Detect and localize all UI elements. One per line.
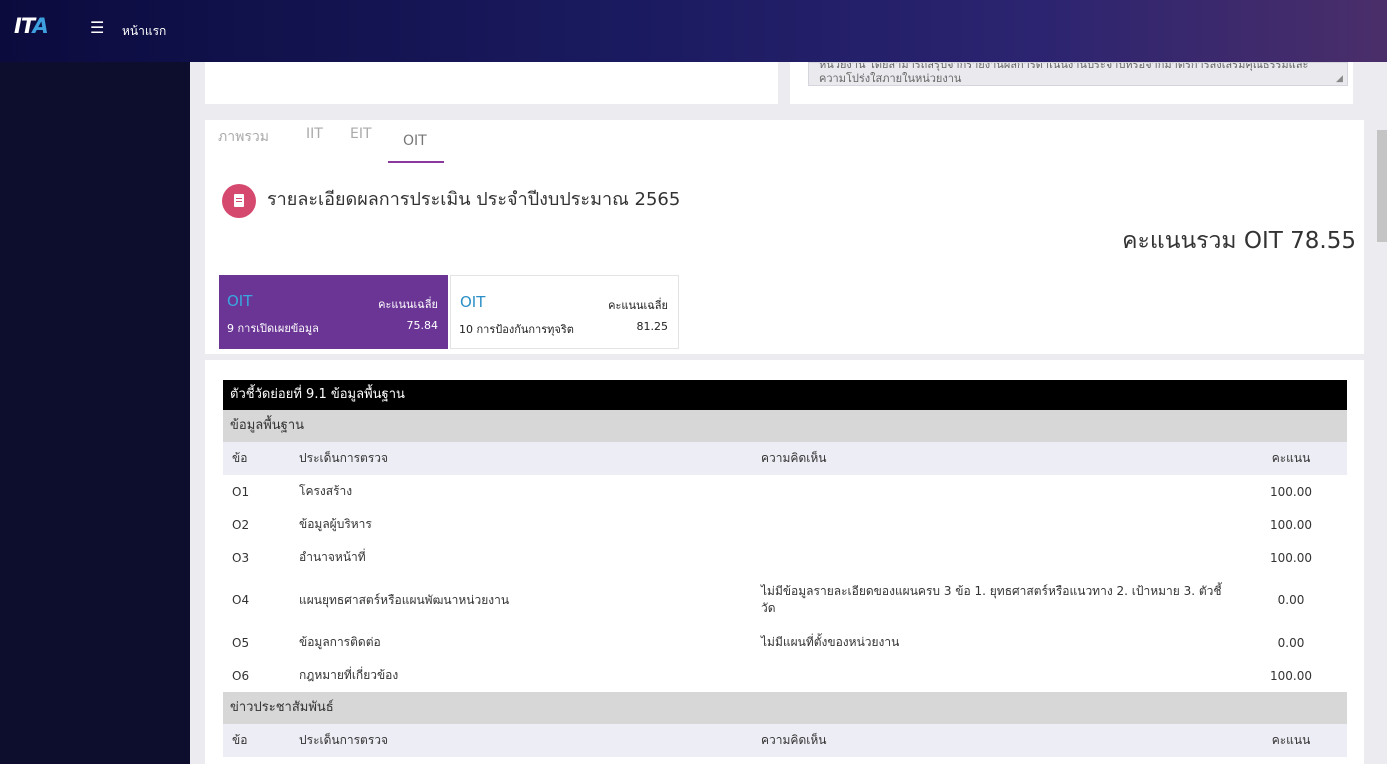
- row-comment: [761, 659, 1226, 692]
- col-comment: ความคิดเห็น: [761, 733, 827, 747]
- tab-eit[interactable]: EIT: [350, 126, 372, 142]
- indicator-score: 81.25: [636, 320, 669, 333]
- textarea-line-1: หน่วยงาน โดยสามารถสรุปจากรายงานผลการดำเน…: [819, 62, 1309, 71]
- col-score: คะแนน: [1271, 451, 1311, 465]
- table-row: O2 ข้อมูลผู้บริหาร 100.00: [223, 508, 1347, 541]
- description-textarea[interactable]: หน่วยงาน โดยสามารถสรุปจากรายงานผลการดำเน…: [808, 62, 1348, 86]
- row-score: 100.00: [1270, 484, 1312, 499]
- row-comment: ไม่มีแผนที่ตั้งของหน่วยงาน: [761, 635, 900, 649]
- row-score: 100.00: [1270, 550, 1312, 565]
- row-score: 100.00: [1270, 517, 1312, 532]
- row-no: O5: [232, 635, 250, 650]
- table-row: O3 อำนาจหน้าที่ 100.00: [223, 541, 1347, 574]
- row-no: O1: [232, 484, 250, 499]
- col-issue: ประเด็นการตรวจ: [299, 733, 389, 747]
- indicator-name: OIT: [460, 293, 486, 311]
- tab-iit[interactable]: IIT: [306, 126, 323, 142]
- table-header-row: ข้อ ประเด็นการตรวจ ความคิดเห็น คะแนน: [223, 442, 1347, 475]
- total-score: คะแนนรวม OIT 78.55: [1122, 228, 1356, 254]
- col-comment: ความคิดเห็น: [761, 451, 827, 465]
- table-row: O5 ข้อมูลการติดต่อ ไม่มีแผนที่ตั้งของหน่…: [223, 626, 1347, 659]
- col-issue: ประเด็นการตรวจ: [299, 451, 389, 465]
- row-no: O2: [232, 517, 250, 532]
- table-title: ตัวชี้วัดย่อยที่ 9.1 ข้อมูลพื้นฐาน: [223, 380, 1347, 410]
- row-issue: แผนยุทธศาสตร์หรือแผนพัฒนาหน่วยงาน: [299, 592, 510, 607]
- resize-handle-icon[interactable]: ◢: [1336, 74, 1343, 84]
- top-left-card: [205, 62, 778, 104]
- tab-overview[interactable]: ภาพรวม: [218, 126, 269, 148]
- row-no: O6: [232, 668, 250, 683]
- row-comment: [761, 541, 1226, 574]
- row-comment: [761, 508, 1226, 541]
- row-score: 0.00: [1277, 635, 1305, 650]
- indicator-desc: 9 การเปิดเผยข้อมูล: [227, 322, 319, 335]
- active-tab-indicator: [388, 161, 444, 163]
- indicator-desc: 10 การป้องกันการทุจริต: [459, 323, 574, 336]
- hamburger-icon[interactable]: ☰: [90, 18, 104, 37]
- textarea-line-2: ความโปร่งใสภายในหน่วยงาน: [819, 72, 962, 85]
- table-row: O4 แผนยุทธศาสตร์หรือแผนพัฒนาหน่วยงาน ไม่…: [223, 574, 1347, 626]
- row-comment: [761, 475, 1226, 508]
- table-row: O6 กฎหมายที่เกี่ยวข้อง 100.00: [223, 659, 1347, 692]
- table-header-row: ข้อ ประเด็นการตรวจ ความคิดเห็น คะแนน: [223, 724, 1347, 757]
- section-header: ข่าวประชาสัมพันธ์: [223, 692, 1347, 724]
- row-issue: กฎหมายที่เกี่ยวข้อง: [299, 668, 399, 682]
- col-no: ข้อ: [232, 451, 248, 465]
- page-scrollbar-thumb[interactable]: [1377, 130, 1387, 242]
- row-score: 100.00: [1270, 668, 1312, 683]
- indicator-score: 75.84: [406, 319, 439, 332]
- row-score: 0.00: [1277, 593, 1305, 607]
- row-no: O3: [232, 550, 250, 565]
- indicator-card-10[interactable]: OIT คะแนนเฉลี่ย 10 การป้องกันการทุจริต 8…: [450, 275, 679, 349]
- row-issue: ข้อมูลการติดต่อ: [299, 635, 381, 649]
- indicator-card-9[interactable]: OIT คะแนนเฉลี่ย 9 การเปิดเผยข้อมูล 75.84: [219, 275, 448, 349]
- indicator-avg-label: คะแนนเฉลี่ย: [378, 298, 438, 311]
- col-no: ข้อ: [232, 733, 248, 747]
- document-icon: [222, 184, 256, 218]
- detail-table: ตัวชี้วัดย่อยที่ 9.1 ข้อมูลพื้นฐาน ข้อมู…: [223, 380, 1347, 757]
- indicator-avg-label: คะแนนเฉลี่ย: [608, 299, 668, 312]
- indicator-name: OIT: [227, 292, 253, 310]
- table-row: O1 โครงสร้าง 100.00: [223, 475, 1347, 508]
- row-issue: อำนาจหน้าที่: [299, 550, 366, 564]
- tab-oit[interactable]: OIT: [403, 133, 427, 149]
- top-navbar: ITA ☰ หน้าแรก: [0, 0, 1387, 62]
- ita-logo[interactable]: ITA: [14, 14, 49, 38]
- row-no: O4: [232, 593, 250, 607]
- home-link[interactable]: หน้าแรก: [122, 22, 166, 41]
- col-score: คะแนน: [1271, 733, 1311, 747]
- row-issue: โครงสร้าง: [299, 484, 353, 498]
- row-issue: ข้อมูลผู้บริหาร: [299, 517, 372, 531]
- row-comment: ไม่มีข้อมูลรายละเอียดของแผนครบ 3 ข้อ 1. …: [761, 584, 1222, 615]
- section-header: ข้อมูลพื้นฐาน: [223, 410, 1347, 442]
- report-title: รายละเอียดผลการประเมิน ประจำปีงบประมาณ 2…: [267, 189, 681, 210]
- sidebar: [0, 62, 190, 764]
